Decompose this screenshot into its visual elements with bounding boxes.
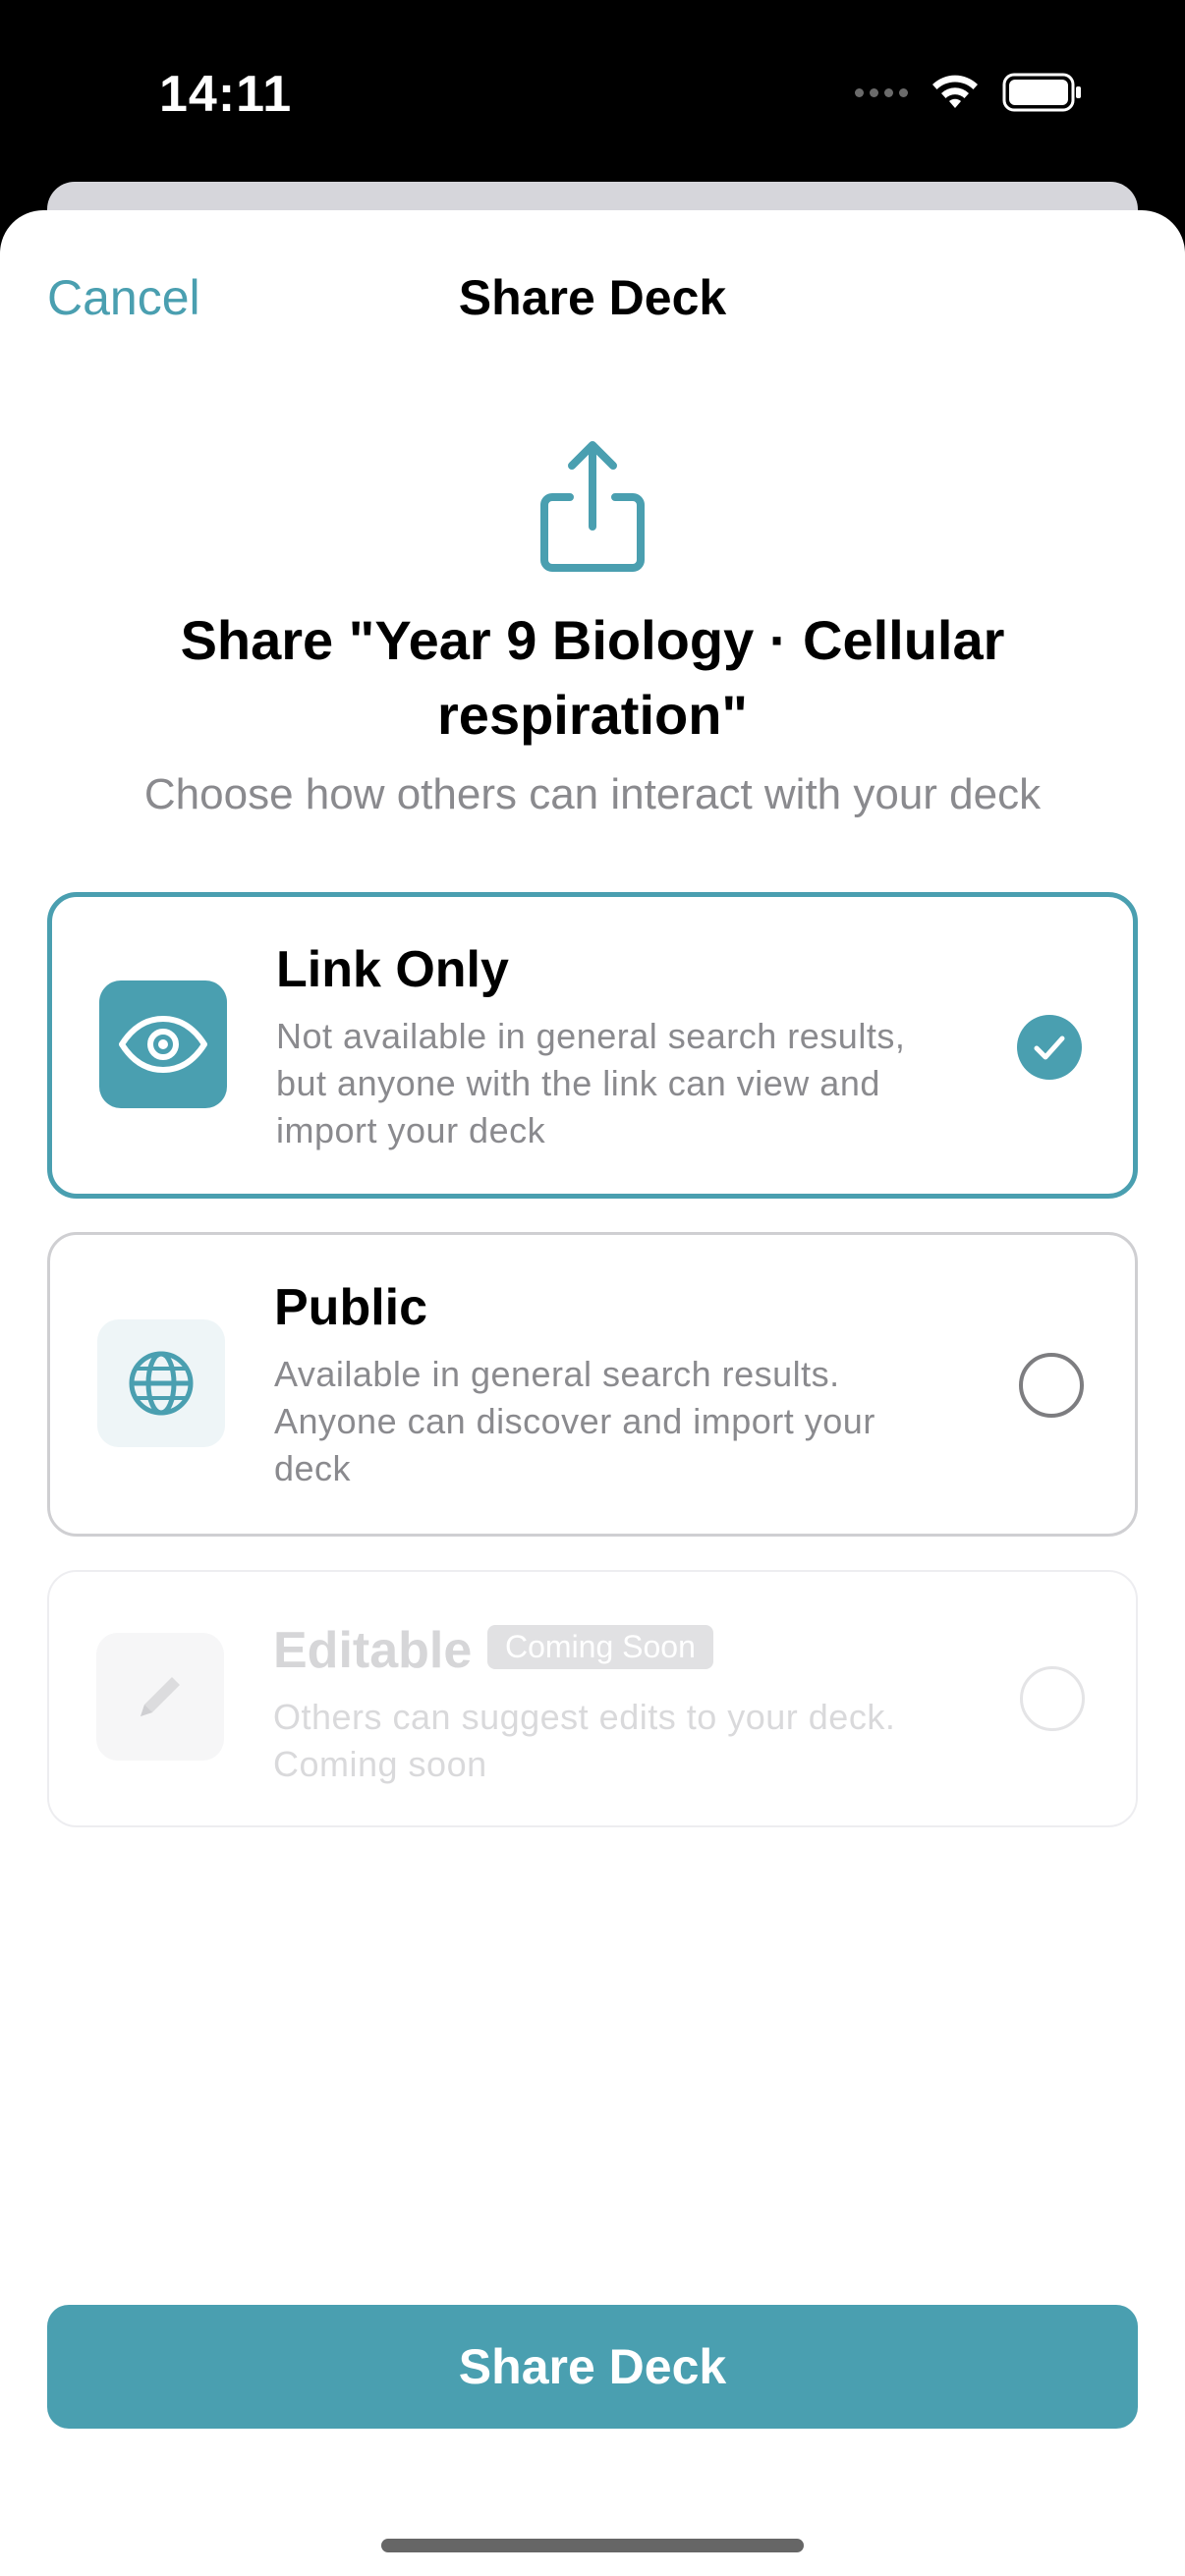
option-title: Link Only (276, 941, 509, 998)
radio-disabled (1020, 1666, 1085, 1731)
radio-unselected[interactable] (1019, 1353, 1084, 1418)
home-indicator (381, 2539, 804, 2552)
option-title: Public (274, 1279, 428, 1336)
option-link-only[interactable]: Link Only Not available in general searc… (47, 892, 1138, 1199)
eye-icon (99, 980, 227, 1108)
checkmark-icon (1034, 1036, 1065, 1060)
page-title: Share "Year 9 Biology · Cellular respira… (180, 609, 1005, 746)
coming-soon-badge: Coming Soon (487, 1625, 713, 1669)
share-deck-button[interactable]: Share Deck (47, 2305, 1138, 2429)
wifi-icon (932, 75, 978, 108)
page-subtitle: Choose how others can interact with your… (143, 770, 1042, 818)
share-sheet: Cancel Share Deck Share "Year 9 Biology … (0, 210, 1185, 2576)
option-description: Others can suggest edits to your deck. C… (273, 1697, 896, 1784)
option-editable: Editable Coming Soon Others can suggest … (47, 1570, 1138, 1827)
option-public[interactable]: Public Available in general search resul… (47, 1232, 1138, 1537)
share-icon (540, 441, 645, 572)
option-description: Available in general search results. Any… (274, 1354, 875, 1488)
nav-title: Share Deck (458, 270, 727, 325)
globe-icon (97, 1319, 225, 1447)
option-title: Editable (273, 1622, 473, 1679)
option-description: Not available in general search results,… (276, 1016, 906, 1150)
pencil-icon (96, 1633, 224, 1761)
battery-icon (1002, 73, 1081, 112)
screen: 14:11 Cancel Share Deck Share "Year 9 Bi… (0, 0, 1185, 2576)
status-time: 14:11 (159, 66, 293, 123)
cellular-signal-icon (855, 87, 908, 97)
radio-selected[interactable] (1017, 1015, 1082, 1080)
status-icons (855, 73, 1083, 112)
